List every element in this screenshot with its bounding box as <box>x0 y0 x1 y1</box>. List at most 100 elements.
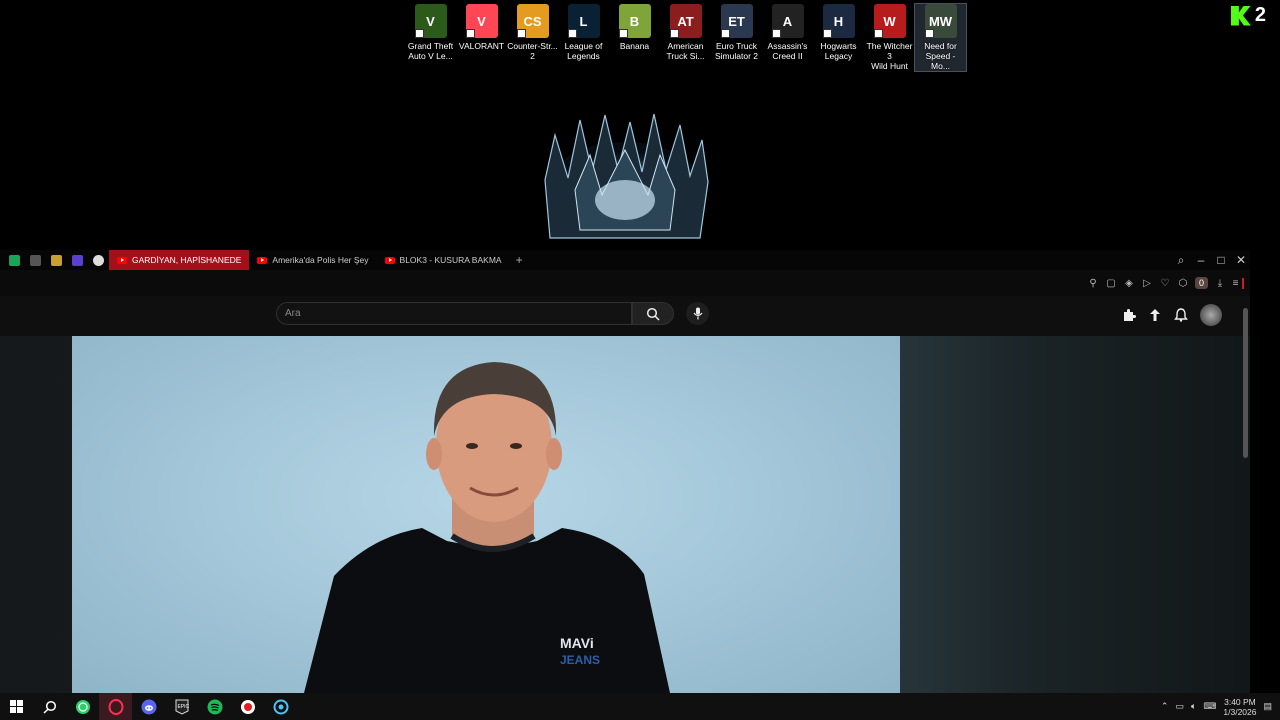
start-button[interactable] <box>0 693 33 720</box>
taskbar-whatsapp[interactable] <box>66 693 99 720</box>
extension-icon[interactable] <box>30 254 41 266</box>
whatsapp-icon <box>75 699 90 714</box>
taskbar: EPIC ⌃ ▭ 🔈︎ ⌨︎ 3:40 PM 1/3/2026 ▤ <box>0 693 1280 720</box>
app-icon <box>240 699 255 714</box>
minimize-button[interactable]: – <box>1196 253 1206 267</box>
voice-search-button[interactable] <box>686 302 709 325</box>
snapshot-icon[interactable]: ▢ <box>1105 278 1117 289</box>
desktop-shortcut-label: Need for Speed - Mo... <box>924 41 957 71</box>
notifications-bell-icon[interactable] <box>1174 308 1188 322</box>
kick-number: 2 <box>1254 4 1266 26</box>
maximize-button[interactable]: □ <box>1216 253 1226 267</box>
spotify-icon <box>207 699 222 714</box>
notification-center-icon[interactable]: ▤ <box>1263 701 1272 712</box>
icon-glyph: A <box>782 13 793 29</box>
play-icon[interactable]: ▷ <box>1141 278 1153 289</box>
american-truck-icon: AT <box>669 4 702 38</box>
taskbar-opera-gx[interactable] <box>99 693 132 720</box>
network-icon[interactable]: ▭ <box>1175 701 1184 712</box>
tab-blok3[interactable]: BLOK3 - KUSURA BAKMA <box>377 250 510 270</box>
youtube-header <box>0 296 1250 336</box>
menu-icon[interactable]: ≡ <box>1232 277 1244 289</box>
youtube-favicon-icon <box>257 256 268 264</box>
desktop: V Grand Theft Auto V Le... V VALORANT CS Coun… <box>0 0 1280 720</box>
taskbar-spotify[interactable] <box>198 693 231 720</box>
pinned-app-icon[interactable] <box>51 254 62 266</box>
valorant-icon: V <box>465 4 498 38</box>
extensions-icon[interactable]: ⬡ <box>1177 278 1189 289</box>
tab-amerika[interactable]: Amerika'da Polis Her Şey <box>249 250 376 270</box>
icon-glyph: AT <box>677 13 694 29</box>
desktop-shortcut[interactable]: L League of Legends <box>558 4 609 71</box>
desktop-shortcut[interactable]: V VALORANT <box>456 4 507 71</box>
clock-time: 3:40 PM <box>1224 696 1256 707</box>
tab-title: GARDİYAN, HAPİSHANEDE <box>132 255 242 265</box>
desktop-shortcut-label: Assassin's Creed II <box>767 41 808 61</box>
shortcut-arrow-icon <box>567 29 577 38</box>
hogwarts-legacy-icon: H <box>822 4 855 38</box>
desktop-shortcut-label: League of Legends <box>564 41 603 61</box>
window-controls: ⌕ – □ ✕ <box>1176 253 1250 268</box>
counter-strike-icon: CS <box>516 4 549 38</box>
shortcut-arrow-icon <box>669 29 679 38</box>
euro-truck-icon: ET <box>720 4 753 38</box>
close-button[interactable]: ✕ <box>1236 253 1246 267</box>
tab-gardiyan[interactable]: GARDİYAN, HAPİSHANEDE <box>109 250 250 270</box>
icon-glyph: W <box>883 13 896 29</box>
extension-puzzle-icon[interactable] <box>1122 308 1136 322</box>
crown-wallpaper-image <box>544 113 709 239</box>
page-scrollbar[interactable] <box>1243 308 1248 458</box>
desktop-shortcut[interactable]: MW Need for Speed - Mo... <box>914 3 967 72</box>
desktop-shortcut[interactable]: CS Counter-Str... 2 <box>507 4 558 71</box>
desktop-shortcut-label: American Truck Si... <box>666 41 705 61</box>
icon-glyph: V <box>477 13 486 29</box>
search-input[interactable] <box>285 308 631 319</box>
taskbar-app[interactable] <box>231 693 264 720</box>
volume-icon[interactable]: 🔈︎ <box>1191 701 1196 712</box>
ambient-side-panel <box>900 336 1250 693</box>
desktop-shortcut[interactable]: B Banana <box>609 4 660 71</box>
desktop-shortcut-label: Euro Truck Simulator 2 <box>715 41 758 61</box>
taskbar-epic-games[interactable]: EPIC <box>165 693 198 720</box>
video-player-area: MAVi JEANS <box>0 336 1250 693</box>
new-tab-button[interactable]: + <box>516 253 523 267</box>
account-avatar[interactable] <box>1200 304 1222 326</box>
tray-chevron-up-icon[interactable]: ⌃ <box>1161 701 1169 712</box>
video-player[interactable]: MAVi JEANS <box>72 336 900 693</box>
witcher-icon: W <box>873 4 906 38</box>
desktop-shortcut-label: VALORANT <box>458 41 505 51</box>
input-language-icon[interactable]: ⌨︎ <box>1203 701 1216 712</box>
desktop-shortcut-label: Hogwarts Legacy <box>820 41 857 61</box>
desktop-shortcut[interactable]: H Hogwarts Legacy <box>813 4 864 71</box>
pin-icon[interactable]: ⚲ <box>1087 278 1099 289</box>
whatsapp-sidebar-icon[interactable] <box>9 254 20 266</box>
notification-badge[interactable]: 0 <box>1194 277 1208 289</box>
desktop-shortcut[interactable]: W The Witcher 3 Wild Hunt <box>864 4 915 71</box>
league-of-legends-icon: L <box>567 4 600 38</box>
icon-glyph: MW <box>928 13 953 29</box>
desktop-shortcut[interactable]: A Assassin's Creed II <box>762 4 813 71</box>
desktop-shortcut[interactable]: V Grand Theft Auto V Le... <box>405 4 456 71</box>
desktop-shortcut[interactable]: ET Euro Truck Simulator 2 <box>711 4 762 71</box>
shield-icon[interactable]: ◈ <box>1123 278 1135 289</box>
clock-date: 1/3/2026 <box>1223 706 1257 717</box>
shortcut-arrow-icon <box>414 29 424 38</box>
svg-text:MAVi: MAVi <box>560 635 594 651</box>
windows-logo-icon <box>10 700 23 713</box>
icon-glyph: V <box>426 13 435 29</box>
epic-games-icon: EPIC <box>175 699 189 715</box>
settings-sidebar-icon[interactable] <box>93 254 104 266</box>
taskbar-search-button[interactable] <box>33 693 66 720</box>
kick-brand: 2 <box>1230 4 1266 27</box>
clock[interactable]: 3:40 PM 1/3/2026 <box>1223 697 1256 717</box>
search-button[interactable] <box>632 302 674 325</box>
desktop-shortcut[interactable]: AT American Truck Si... <box>660 4 711 71</box>
upload-icon[interactable] <box>1148 308 1162 322</box>
taskbar-battlenet[interactable] <box>264 693 297 720</box>
shortcut-arrow-icon <box>873 29 883 38</box>
twitch-sidebar-icon[interactable] <box>72 254 83 266</box>
search-tabs-icon[interactable]: ⌕ <box>1176 253 1186 268</box>
taskbar-discord[interactable] <box>132 693 165 720</box>
heart-icon[interactable]: ♡ <box>1159 278 1171 289</box>
download-icon[interactable]: ⤓ <box>1214 278 1226 289</box>
